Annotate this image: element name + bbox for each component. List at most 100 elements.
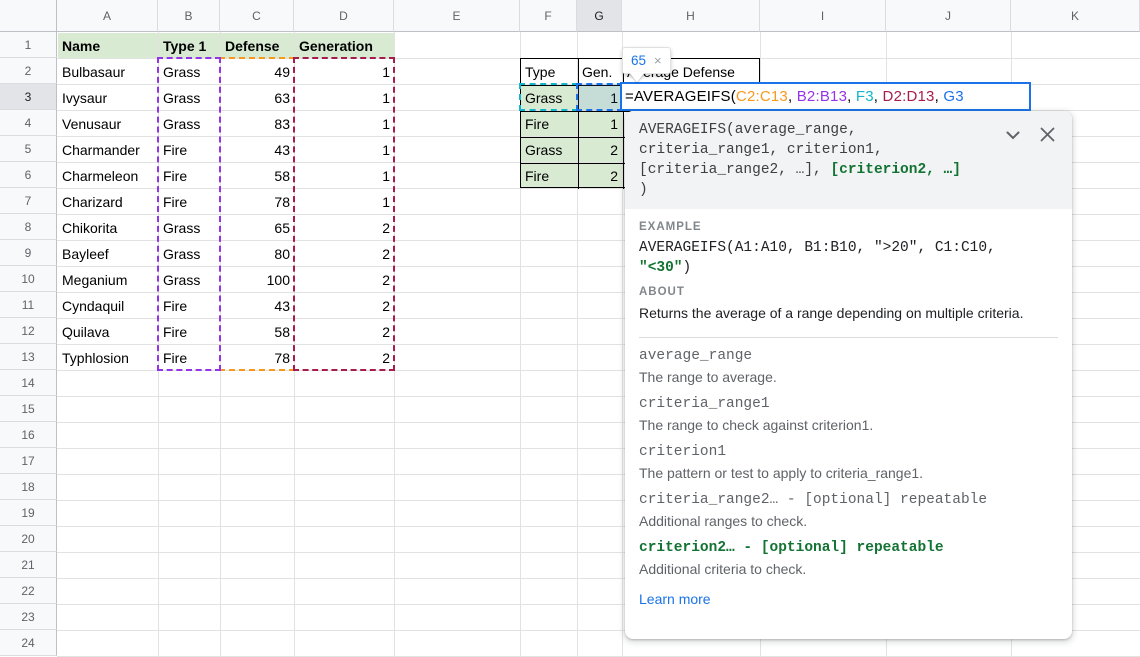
example-code-tail: ) xyxy=(683,260,692,276)
function-help-popup: AVERAGEIFS(average_range, criteria_range… xyxy=(625,111,1072,639)
row-header-10[interactable]: 10 xyxy=(0,266,57,292)
parameter-name: criteria_range1 xyxy=(639,395,1058,414)
syntax-line3: [criteria_range2, …], xyxy=(639,162,830,178)
row-header-20[interactable]: 20 xyxy=(0,526,57,552)
about-text: Returns the average of a range depending… xyxy=(639,303,1058,323)
parameter-item: criterion2… - [optional] repeatable Addi… xyxy=(639,539,1058,578)
row-header-7[interactable]: 7 xyxy=(0,188,57,214)
formula-segment-7: D2:D13 xyxy=(883,88,935,105)
google-sheets-view: ABCDEFGHIJK 1234567891011121314151617181… xyxy=(0,0,1140,657)
column-header-K[interactable]: K xyxy=(1011,0,1140,32)
parameter-name: average_range xyxy=(639,347,1058,366)
column-header-D[interactable]: D xyxy=(294,0,394,32)
column-header-H[interactable]: H xyxy=(622,0,760,32)
row-header-22[interactable]: 22 xyxy=(0,578,57,604)
formula-segment-4: , xyxy=(847,88,856,105)
range-highlight-G3 xyxy=(576,83,623,111)
formula-segment-2: , xyxy=(788,88,797,105)
row-header-17[interactable]: 17 xyxy=(0,448,57,474)
column-header-I[interactable]: I xyxy=(760,0,886,32)
example-code-line1: AVERAGEIFS(A1:A10, B1:B10, ">20", C1:C10… xyxy=(639,240,996,256)
preview-pointer-icon xyxy=(629,72,645,82)
preview-close-icon[interactable]: × xyxy=(654,53,662,68)
range-highlight-F3 xyxy=(519,83,578,111)
preview-value: 65 xyxy=(631,53,646,68)
parameter-name: criterion2… - [optional] repeatable xyxy=(639,539,1058,558)
row-header-14[interactable]: 14 xyxy=(0,370,57,396)
syntax-line4: ) xyxy=(639,182,648,198)
table1-row-0-col-0[interactable]: Bulbasaur xyxy=(58,59,158,84)
learn-more-link[interactable]: Learn more xyxy=(639,591,711,607)
row-header-19[interactable]: 19 xyxy=(0,500,57,526)
example-code: AVERAGEIFS(A1:A10, B1:B10, ">20", C1:C10… xyxy=(639,238,1058,278)
range-highlight-B2-B13 xyxy=(157,57,221,371)
formula-cell-editor[interactable]: =AVERAGEIFS(C2:C13, B2:B13, F3, D2:D13, … xyxy=(620,82,1031,111)
formula-segment-0: =AVERAGEIFS( xyxy=(625,88,736,105)
parameter-item: criteria_range1 The range to check again… xyxy=(639,395,1058,434)
row-header-11[interactable]: 11 xyxy=(0,292,57,318)
parameter-item: criteria_range2… - [optional] repeatable… xyxy=(639,491,1058,530)
column-header-A[interactable]: A xyxy=(57,0,158,32)
column-header-G[interactable]: G xyxy=(577,0,622,32)
chevron-down-icon[interactable] xyxy=(1006,131,1020,140)
function-signature: AVERAGEIFS(average_range, criteria_range… xyxy=(639,120,1002,200)
row-header-2[interactable]: 2 xyxy=(0,58,57,84)
table1-header-3[interactable]: Generation xyxy=(295,33,394,58)
table1-row-7-col-0[interactable]: Bayleef xyxy=(58,241,158,266)
table1-row-9-col-0[interactable]: Cyndaquil xyxy=(58,293,158,318)
row-header-6[interactable]: 6 xyxy=(0,162,57,188)
table1-row-8-col-0[interactable]: Meganium xyxy=(58,267,158,292)
summary-table-vline xyxy=(578,59,579,189)
parameter-name: criteria_range2… - [optional] repeatable xyxy=(639,491,1058,510)
select-all-corner[interactable] xyxy=(0,0,57,32)
table1-row-1-col-0[interactable]: Ivysaur xyxy=(58,85,158,110)
parameter-item: criterion1 The pattern or test to apply … xyxy=(639,443,1058,482)
row-header-9[interactable]: 9 xyxy=(0,240,57,266)
row-header-3[interactable]: 3 xyxy=(0,84,57,110)
row-header-23[interactable]: 23 xyxy=(0,604,57,630)
column-header-C[interactable]: C xyxy=(220,0,294,32)
table1-row-6-col-0[interactable]: Chikorita xyxy=(58,215,158,240)
row-header-8[interactable]: 8 xyxy=(0,214,57,240)
range-highlight-C2-C13 xyxy=(219,57,295,371)
row-header-5[interactable]: 5 xyxy=(0,136,57,162)
table1-row-5-col-0[interactable]: Charizard xyxy=(58,189,158,214)
formula-segment-8: , xyxy=(935,88,944,105)
table1-row-2-col-0[interactable]: Venusaur xyxy=(58,111,158,136)
parameter-description: Additional ranges to check. xyxy=(639,512,1058,530)
row-header-13[interactable]: 13 xyxy=(0,344,57,370)
row-header-1[interactable]: 1 xyxy=(0,32,57,58)
parameter-name: criterion1 xyxy=(639,443,1058,462)
row-header-18[interactable]: 18 xyxy=(0,474,57,500)
range-highlight-D2-D13 xyxy=(293,57,395,371)
row-header-4[interactable]: 4 xyxy=(0,110,57,136)
table1-row-11-col-0[interactable]: Typhlosion xyxy=(58,345,158,370)
table1-row-10-col-0[interactable]: Quilava xyxy=(58,319,158,344)
example-label: EXAMPLE xyxy=(639,221,1058,233)
parameter-description: The pattern or test to apply to criteria… xyxy=(639,464,1058,482)
column-header-J[interactable]: J xyxy=(886,0,1011,32)
parameter-list: average_range The range to average. crit… xyxy=(639,347,1058,578)
formula-result-preview: 65 × xyxy=(622,47,671,74)
formula-segment-3: B2:B13 xyxy=(797,88,847,105)
syntax-highlighted-arg: [criterion2, …] xyxy=(830,162,961,178)
parameter-description: The range to check against criterion1. xyxy=(639,416,1058,434)
formula-segment-9: G3 xyxy=(943,88,963,105)
column-header-E[interactable]: E xyxy=(394,0,520,32)
close-icon[interactable] xyxy=(1039,126,1056,143)
table1-row-4-col-0[interactable]: Charmeleon xyxy=(58,163,158,188)
row-header-24[interactable]: 24 xyxy=(0,630,57,656)
row-header-15[interactable]: 15 xyxy=(0,396,57,422)
column-header-B[interactable]: B xyxy=(158,0,220,32)
table1-header-0[interactable]: Name xyxy=(58,33,158,58)
row-header-16[interactable]: 16 xyxy=(0,422,57,448)
formula-segment-6: , xyxy=(874,88,883,105)
table1-header-1[interactable]: Type 1 xyxy=(159,33,220,58)
table1-row-3-col-0[interactable]: Charmander xyxy=(58,137,158,162)
parameter-description: Additional criteria to check. xyxy=(639,560,1058,578)
popup-syntax-header: AVERAGEIFS(average_range, criteria_range… xyxy=(625,111,1072,209)
table1-header-2[interactable]: Defense xyxy=(221,33,294,58)
row-header-12[interactable]: 12 xyxy=(0,318,57,344)
column-header-F[interactable]: F xyxy=(520,0,577,32)
row-header-21[interactable]: 21 xyxy=(0,552,57,578)
